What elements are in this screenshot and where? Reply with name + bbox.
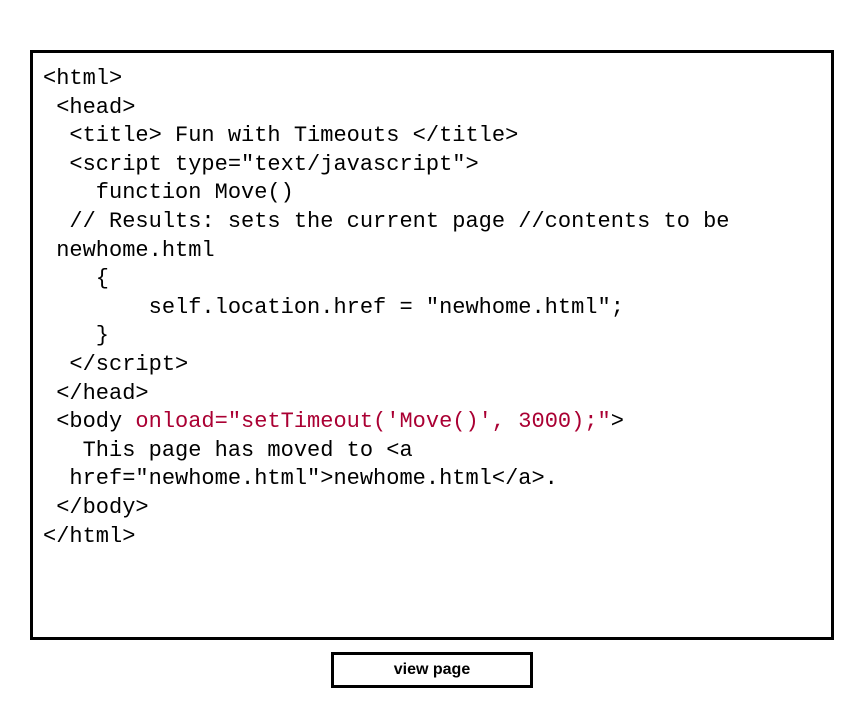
code-line: newhome.html [43, 237, 821, 266]
code-line: self.location.href = "newhome.html"; [43, 294, 821, 323]
code-line: <title> Fun with Timeouts </title> [43, 122, 821, 151]
code-line: </body> [43, 494, 821, 523]
code-line: // Results: sets the current page //cont… [43, 208, 821, 237]
code-example-box: <html> <head> <title> Fun with Timeouts … [30, 50, 834, 640]
code-line: </html> [43, 523, 821, 552]
code-line: } [43, 322, 821, 351]
code-line: function Move() [43, 179, 821, 208]
onload-attribute: onload="setTimeout('Move()', 3000);" [135, 409, 610, 434]
code-line: </script> [43, 351, 821, 380]
code-line: <html> [43, 65, 821, 94]
code-line: <script type="text/javascript"> [43, 151, 821, 180]
button-container: view page [20, 652, 844, 688]
code-line: <body onload="setTimeout('Move()', 3000)… [43, 408, 821, 437]
code-line: </head> [43, 380, 821, 409]
code-line: href="newhome.html">newhome.html</a>. [43, 465, 821, 494]
code-line: <head> [43, 94, 821, 123]
view-page-button[interactable]: view page [331, 652, 533, 688]
code-line: { [43, 265, 821, 294]
code-line: This page has moved to <a [43, 437, 821, 466]
